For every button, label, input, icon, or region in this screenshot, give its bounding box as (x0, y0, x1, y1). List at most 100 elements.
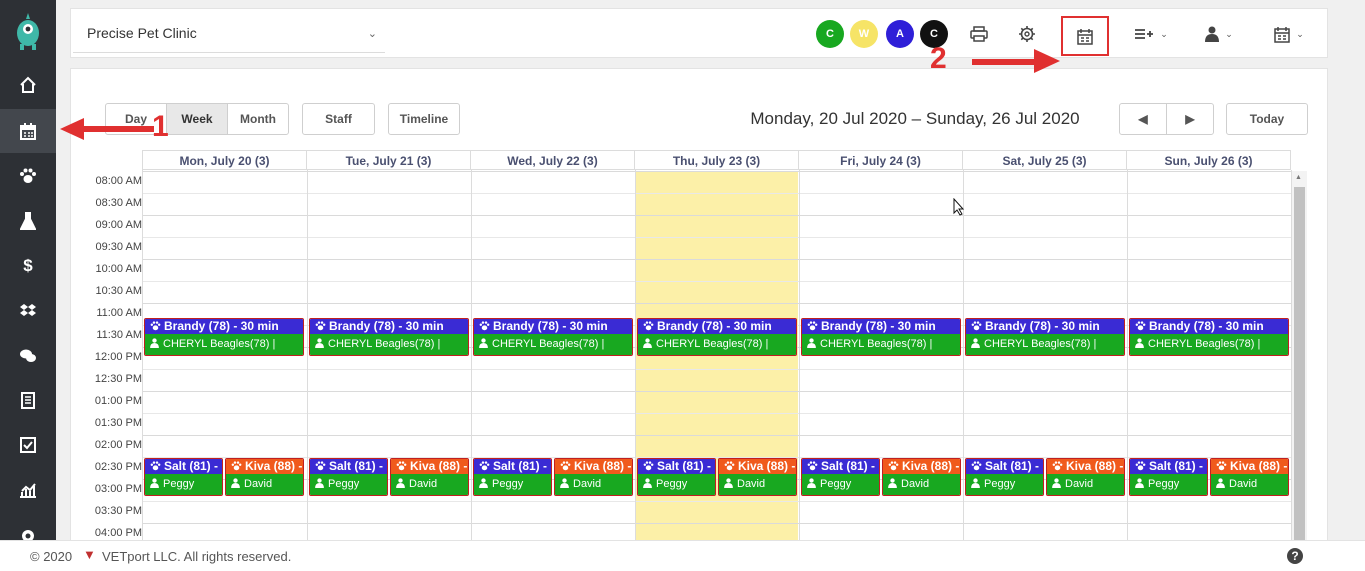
appointment-salt[interactable]: Salt (81) - Peggy (1129, 458, 1208, 496)
appointment-owner: David (1211, 474, 1288, 495)
day-header[interactable]: Mon, July 20 (3) (142, 150, 307, 170)
calendar-scrollbar[interactable]: ▲ (1292, 171, 1307, 547)
owner-label: CHERYL Beagles(78) | (328, 338, 441, 350)
appointment-brandy[interactable]: Brandy (78) - 30 min CHERYL Beagles(78) | (965, 318, 1125, 356)
sidebar-item-reports[interactable] (0, 468, 56, 512)
appointment-owner: Peggy (474, 474, 551, 495)
appointment-brandy[interactable]: Brandy (78) - 30 min CHERYL Beagles(78) | (309, 318, 469, 356)
today-button[interactable]: Today (1226, 103, 1308, 135)
owner-label: CHERYL Beagles(78) | (656, 338, 769, 350)
appointment-owner: David (1047, 474, 1124, 495)
appointment-title: Brandy (78) - 30 min (802, 319, 960, 334)
caret-right-icon: ▶ (1185, 112, 1195, 126)
status-circle-w-yellow[interactable]: W (850, 20, 878, 48)
paw-icon (315, 461, 326, 471)
appointment-salt[interactable]: Salt (81) - Peggy (144, 458, 223, 496)
appointment-kiva[interactable]: Kiva (88) - David (1046, 458, 1125, 496)
view-timeline-button[interactable]: Timeline (388, 103, 460, 135)
vetport-small-logo: ▼ (83, 547, 96, 562)
appointment-owner: CHERYL Beagles(78) | (802, 334, 960, 355)
day-header[interactable]: Wed, July 22 (3) (471, 150, 635, 170)
scroll-up-icon[interactable]: ▲ (1295, 174, 1302, 181)
appointment-brandy[interactable]: Brandy (78) - 30 min CHERYL Beagles(78) | (144, 318, 304, 356)
sidebar-item-inventory[interactable] (0, 289, 56, 333)
vetport-logo[interactable] (0, 0, 56, 62)
appointment-kiva[interactable]: Kiva (88) - David (225, 458, 304, 496)
paw-icon (1135, 321, 1146, 331)
scrollbar-thumb[interactable] (1294, 187, 1305, 547)
status-circle-c-green[interactable]: C (816, 20, 844, 48)
time-label: 12:00 PM (94, 351, 142, 363)
grid-row-line (142, 237, 1291, 238)
appointment-owner: David (226, 474, 303, 495)
view-month-button[interactable]: Month (227, 103, 289, 135)
copyright-text: © 2020 (30, 549, 73, 564)
view-staff-button[interactable]: Staff (302, 103, 375, 135)
appointment-brandy[interactable]: Brandy (78) - 30 min CHERYL Beagles(78) | (1129, 318, 1289, 356)
sidebar-item-tasks[interactable] (0, 423, 56, 467)
day-header[interactable]: Sat, July 25 (3) (963, 150, 1127, 170)
sidebar-item-lab[interactable] (0, 199, 56, 243)
status-circle-a-blue[interactable]: A (886, 20, 914, 48)
appointment-title: Salt (81) - (145, 459, 222, 474)
sidebar-item-messages[interactable] (0, 334, 56, 378)
patient-label: Kiva (88) - (1230, 459, 1288, 473)
patient-label: Brandy (78) - 30 min (1149, 319, 1264, 333)
sidebar-item-home[interactable] (0, 63, 56, 107)
next-week-button[interactable]: ▶ (1166, 103, 1214, 135)
clinic-name: Precise Pet Clinic (87, 25, 197, 41)
annotation-number-2: 2 (930, 42, 947, 75)
sidebar-item-billing[interactable]: $ (0, 244, 56, 288)
appointment-kiva[interactable]: Kiva (88) - David (882, 458, 961, 496)
sidebar-item-calendar[interactable] (0, 109, 56, 153)
staff-menu[interactable]: ⌄ (1199, 18, 1239, 50)
calendar-view-button[interactable] (1061, 16, 1109, 56)
day-header[interactable]: Fri, July 24 (3) (799, 150, 963, 170)
time-label: 03:00 PM (94, 483, 142, 495)
appointment-brandy[interactable]: Brandy (78) - 30 min CHERYL Beagles(78) | (801, 318, 961, 356)
view-week-button[interactable]: Week (166, 103, 228, 135)
prev-week-button[interactable]: ◀ (1119, 103, 1167, 135)
day-header[interactable]: Sun, July 26 (3) (1127, 150, 1291, 170)
print-button[interactable] (965, 18, 993, 50)
help-icon[interactable]: ? (1287, 548, 1303, 564)
day-header[interactable]: Thu, July 23 (3) (635, 150, 799, 170)
appointment-title: Salt (81) - (966, 459, 1043, 474)
appointment-salt[interactable]: Salt (81) - Peggy (473, 458, 552, 496)
appointment-brandy[interactable]: Brandy (78) - 30 min CHERYL Beagles(78) | (473, 318, 633, 356)
patient-label: Kiva (88) - (245, 459, 303, 473)
grid-day-line (307, 170, 308, 540)
appointment-salt[interactable]: Salt (81) - Peggy (801, 458, 880, 496)
patient-label: Salt (81) - (985, 459, 1040, 473)
calendar-icon (20, 122, 36, 140)
sidebar-item-records[interactable] (0, 378, 56, 422)
clinic-select[interactable]: Precise Pet Clinic ⌄ (73, 15, 385, 53)
appointment-owner: Peggy (802, 474, 879, 495)
grid-day-line (1127, 170, 1128, 540)
user-icon (1135, 338, 1144, 348)
patient-label: Kiva (88) - (738, 459, 796, 473)
appointment-title: Brandy (78) - 30 min (145, 319, 303, 334)
appointment-brandy[interactable]: Brandy (78) - 30 min CHERYL Beagles(78) | (637, 318, 797, 356)
calendar-menu[interactable]: ⌄ (1267, 18, 1311, 50)
appointment-kiva[interactable]: Kiva (88) - David (554, 458, 633, 496)
sidebar-item-settings[interactable] (0, 514, 56, 540)
settings-button[interactable] (1013, 18, 1041, 50)
chat-icon (20, 349, 36, 362)
appointment-salt[interactable]: Salt (81) - Peggy (309, 458, 388, 496)
appointment-owner: David (391, 474, 468, 495)
sidebar-item-patients[interactable] (0, 154, 56, 198)
appointment-salt[interactable]: Salt (81) - Peggy (637, 458, 716, 496)
time-label: 08:30 AM (95, 197, 142, 209)
appointment-kiva[interactable]: Kiva (88) - David (1210, 458, 1289, 496)
paw-icon (479, 321, 490, 331)
appointment-kiva[interactable]: Kiva (88) - David (718, 458, 797, 496)
time-label: 12:30 PM (94, 373, 142, 385)
grid-day-line (142, 170, 143, 540)
patient-label: Brandy (78) - 30 min (657, 319, 772, 333)
add-list-menu[interactable]: ⌄ (1129, 18, 1173, 50)
day-header[interactable]: Tue, July 21 (3) (307, 150, 471, 170)
appointment-kiva[interactable]: Kiva (88) - David (390, 458, 469, 496)
appointment-salt[interactable]: Salt (81) - Peggy (965, 458, 1044, 496)
user-icon (724, 478, 733, 488)
